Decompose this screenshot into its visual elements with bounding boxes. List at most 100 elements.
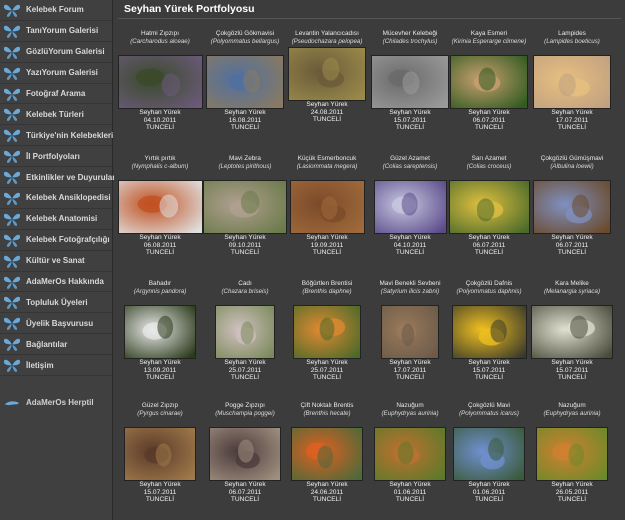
common-name[interactable]: Pogge Zıpzıpı bbox=[203, 402, 287, 410]
gallery-item[interactable]: Pogge Zıpzıpı (Muschampia poggei) Seyhan Y… bbox=[203, 402, 287, 504]
butterfly-photo[interactable] bbox=[381, 305, 439, 359]
sidebar-item-fotograf-arama[interactable]: Fotoğraf Arama bbox=[0, 84, 112, 105]
common-name[interactable]: Levantin Yalancıcadısı bbox=[285, 30, 369, 38]
butterfly-photo[interactable] bbox=[533, 55, 611, 109]
sidebar-item-kelebek-turleri[interactable]: Kelebek Türleri bbox=[0, 104, 112, 126]
photo-author[interactable]: Seyhan Yürek bbox=[285, 234, 369, 242]
gallery-item[interactable]: Kara Melike (Melanargia syriaca) Seyhan Yü… bbox=[530, 280, 614, 382]
sidebar-item-adameros-hakkinda[interactable]: AdaMerOs Hakkında bbox=[0, 272, 112, 293]
photo-author[interactable]: Seyhan Yürek bbox=[285, 481, 369, 489]
sidebar-item-yaziyorum-galerisi[interactable]: YazıYorum Galerisi bbox=[0, 63, 112, 84]
photo-author[interactable]: Seyhan Yürek bbox=[118, 359, 202, 367]
common-name[interactable]: Cadı bbox=[203, 280, 287, 288]
gallery-item[interactable]: Küçük Esmerboncuk (Lasiommata megera) Seyh… bbox=[285, 155, 369, 257]
butterfly-photo[interactable] bbox=[531, 305, 613, 359]
photo-author[interactable]: Seyhan Yürek bbox=[118, 234, 202, 242]
gallery-item[interactable]: Mavi Benekli Sevbeni (Satyrium ilicis zab… bbox=[368, 280, 452, 382]
common-name[interactable]: Bahadır bbox=[118, 280, 202, 288]
sidebar-item-topluluk-uyeleri[interactable]: Topluluk Üyeleri bbox=[0, 292, 112, 314]
common-name[interactable]: Çokgözlü Gökmavisi bbox=[203, 30, 287, 38]
gallery-item[interactable]: Çokgözlü Dafnis (Polyommatus daphnis) Seyh… bbox=[447, 280, 531, 382]
common-name[interactable]: Çokgözlü Gümüşmavi bbox=[530, 155, 614, 163]
sidebar-item-kelebek-anatomisi[interactable]: Kelebek Anatomisi bbox=[0, 209, 112, 230]
common-name[interactable]: Nazuğum bbox=[368, 402, 452, 410]
gallery-item[interactable]: Mavi Zebra (Leptotes pirithous) Seyhan Yür… bbox=[203, 155, 287, 257]
common-name[interactable]: Kara Melike bbox=[530, 280, 614, 288]
sidebar-item-kelebek-forum[interactable]: Kelebek Forum bbox=[0, 0, 112, 21]
butterfly-photo[interactable] bbox=[536, 427, 608, 481]
gallery-item[interactable]: Sarı Azamet (Colias croceus) Seyhan Yürek 0… bbox=[447, 155, 531, 257]
photo-author[interactable]: Seyhan Yürek bbox=[118, 481, 202, 489]
gallery-item[interactable]: Çokgözlü Gökmavisi (Polyommatus bellargus… bbox=[203, 30, 287, 132]
common-name[interactable]: Kaya Esmeri bbox=[447, 30, 531, 38]
sidebar-item-gozluyorum-galerisi[interactable]: GözlüYorum Galerisi bbox=[0, 42, 112, 63]
butterfly-photo[interactable] bbox=[448, 180, 530, 234]
sidebar-item-baglantilar[interactable]: Bağlantılar bbox=[0, 334, 112, 356]
butterfly-photo[interactable] bbox=[450, 55, 528, 109]
common-name[interactable]: Çift Noktalı Brentis bbox=[285, 402, 369, 410]
sidebar-item-adameros-herptil[interactable]: AdaMerOs Herptil bbox=[0, 392, 112, 413]
common-name[interactable]: Lampides bbox=[530, 30, 614, 38]
photo-author[interactable]: Seyhan Yürek bbox=[447, 481, 531, 489]
sidebar-item-kelebek-ansiklopedisi[interactable]: Kelebek Ansiklopedisi bbox=[0, 188, 112, 209]
butterfly-photo[interactable] bbox=[373, 180, 447, 234]
gallery-item[interactable]: Çift Noktalı Brentis (Brenthis hecate) Sey… bbox=[285, 402, 369, 504]
common-name[interactable]: Mücevher Kelebeği bbox=[368, 30, 452, 38]
common-name[interactable]: Çokgözlü Mavi bbox=[447, 402, 531, 410]
butterfly-photo[interactable] bbox=[206, 55, 284, 109]
sidebar-item-turkiye-nin-kelebekleri[interactable]: Türkiye'nin Kelebekleri bbox=[0, 125, 113, 147]
butterfly-photo[interactable] bbox=[371, 55, 449, 109]
photo-author[interactable]: Seyhan Yürek bbox=[285, 359, 369, 367]
photo-author[interactable]: Seyhan Yürek bbox=[530, 109, 614, 117]
common-name[interactable]: Çokgözlü Dafnis bbox=[447, 280, 531, 288]
common-name[interactable]: Mavi Zebra bbox=[203, 155, 287, 163]
butterfly-photo[interactable] bbox=[118, 55, 203, 109]
common-name[interactable]: Güzel Azamet bbox=[368, 155, 452, 163]
photo-author[interactable]: Seyhan Yürek bbox=[530, 481, 614, 489]
gallery-item[interactable]: Çokgözlü Mavi (Polyommatus icarus) Seyhan … bbox=[447, 402, 531, 504]
butterfly-photo[interactable] bbox=[203, 180, 287, 234]
common-name[interactable]: Hatmi Zıpzıpı bbox=[118, 30, 202, 38]
photo-author[interactable]: Seyhan Yürek bbox=[368, 234, 452, 242]
photo-author[interactable]: Seyhan Yürek bbox=[447, 234, 531, 242]
photo-author[interactable]: Seyhan Yürek bbox=[368, 109, 452, 117]
gallery-item[interactable]: Levantin Yalancıcadısı (Pseudochazara pel… bbox=[285, 30, 369, 124]
common-name[interactable]: Küçük Esmerboncuk bbox=[285, 155, 369, 163]
gallery-item[interactable]: Cadı (Chazara briseis) Seyhan Yürek 25.07.2… bbox=[203, 280, 287, 382]
gallery-item[interactable]: Bahadır (Argynnis pandora) Seyhan Yürek 13.… bbox=[118, 280, 202, 382]
butterfly-photo[interactable] bbox=[215, 305, 275, 359]
common-name[interactable]: Sarı Azamet bbox=[447, 155, 531, 163]
gallery-item[interactable]: Kaya Esmeri (Kirinia Esperarge climene) Se… bbox=[447, 30, 531, 132]
butterfly-photo[interactable] bbox=[291, 427, 363, 481]
gallery-item[interactable]: Hatmi Zıpzıpı (Carcharodus alceae) Seyhan … bbox=[118, 30, 203, 132]
photo-author[interactable]: Seyhan Yürek bbox=[118, 109, 202, 117]
sidebar-item-iletisim[interactable]: İletişim bbox=[0, 355, 112, 377]
photo-author[interactable]: Seyhan Yürek bbox=[203, 234, 287, 242]
photo-author[interactable]: Seyhan Yürek bbox=[447, 109, 531, 117]
sidebar-item-taniyorum-galerisi[interactable]: TanıYorum Galerisi bbox=[0, 21, 112, 42]
gallery-item[interactable]: Yırtık pırtık (Nymphalis c-album) Seyhan Y… bbox=[118, 155, 203, 257]
photo-author[interactable]: Seyhan Yürek bbox=[530, 359, 614, 367]
butterfly-photo[interactable] bbox=[209, 427, 281, 481]
common-name[interactable]: Güzel Zıpzıp bbox=[118, 402, 202, 410]
photo-author[interactable]: Seyhan Yürek bbox=[368, 359, 452, 367]
sidebar-item-il-portfolyolari[interactable]: İl Portfolyoları bbox=[0, 146, 112, 168]
common-name[interactable]: Böğürtlen Brentisi bbox=[285, 280, 369, 288]
photo-author[interactable]: Seyhan Yürek bbox=[203, 109, 287, 117]
sidebar-item-kultur-ve-sanat[interactable]: Kültür ve Sanat bbox=[0, 251, 112, 272]
photo-author[interactable]: Seyhan Yürek bbox=[285, 101, 369, 109]
photo-author[interactable]: Seyhan Yürek bbox=[530, 234, 614, 242]
gallery-item[interactable]: Nazuğum (Euphydryas aurinia) Seyhan Yürek 2… bbox=[530, 402, 614, 504]
photo-author[interactable]: Seyhan Yürek bbox=[203, 359, 287, 367]
gallery-item[interactable]: Güzel Zıpzıp (Pyrgus cinarae) Seyhan Yürek… bbox=[118, 402, 202, 504]
butterfly-photo[interactable] bbox=[293, 305, 361, 359]
photo-author[interactable]: Seyhan Yürek bbox=[368, 481, 452, 489]
gallery-item[interactable]: Lampides (Lampides boeticus) Seyhan Yürek 1… bbox=[530, 30, 614, 132]
butterfly-photo[interactable] bbox=[533, 180, 611, 234]
common-name[interactable]: Yırtık pırtık bbox=[118, 155, 202, 163]
gallery-item[interactable]: Nazuğum (Euphydryas aurinia) Seyhan Yürek 0… bbox=[368, 402, 452, 504]
gallery-item[interactable]: Böğürtlen Brentisi (Brenthis daphne) Seyha… bbox=[285, 280, 369, 382]
gallery-item[interactable]: Güzel Azamet (Colias sareptensis) Seyhan Y… bbox=[368, 155, 452, 257]
gallery-item[interactable]: Çokgözlü Gümüşmavi (Albulina loewii) Seyha… bbox=[530, 155, 614, 257]
sidebar-item-kelebek-fotografciligi[interactable]: Kelebek Fotoğrafçılığı bbox=[0, 230, 112, 251]
